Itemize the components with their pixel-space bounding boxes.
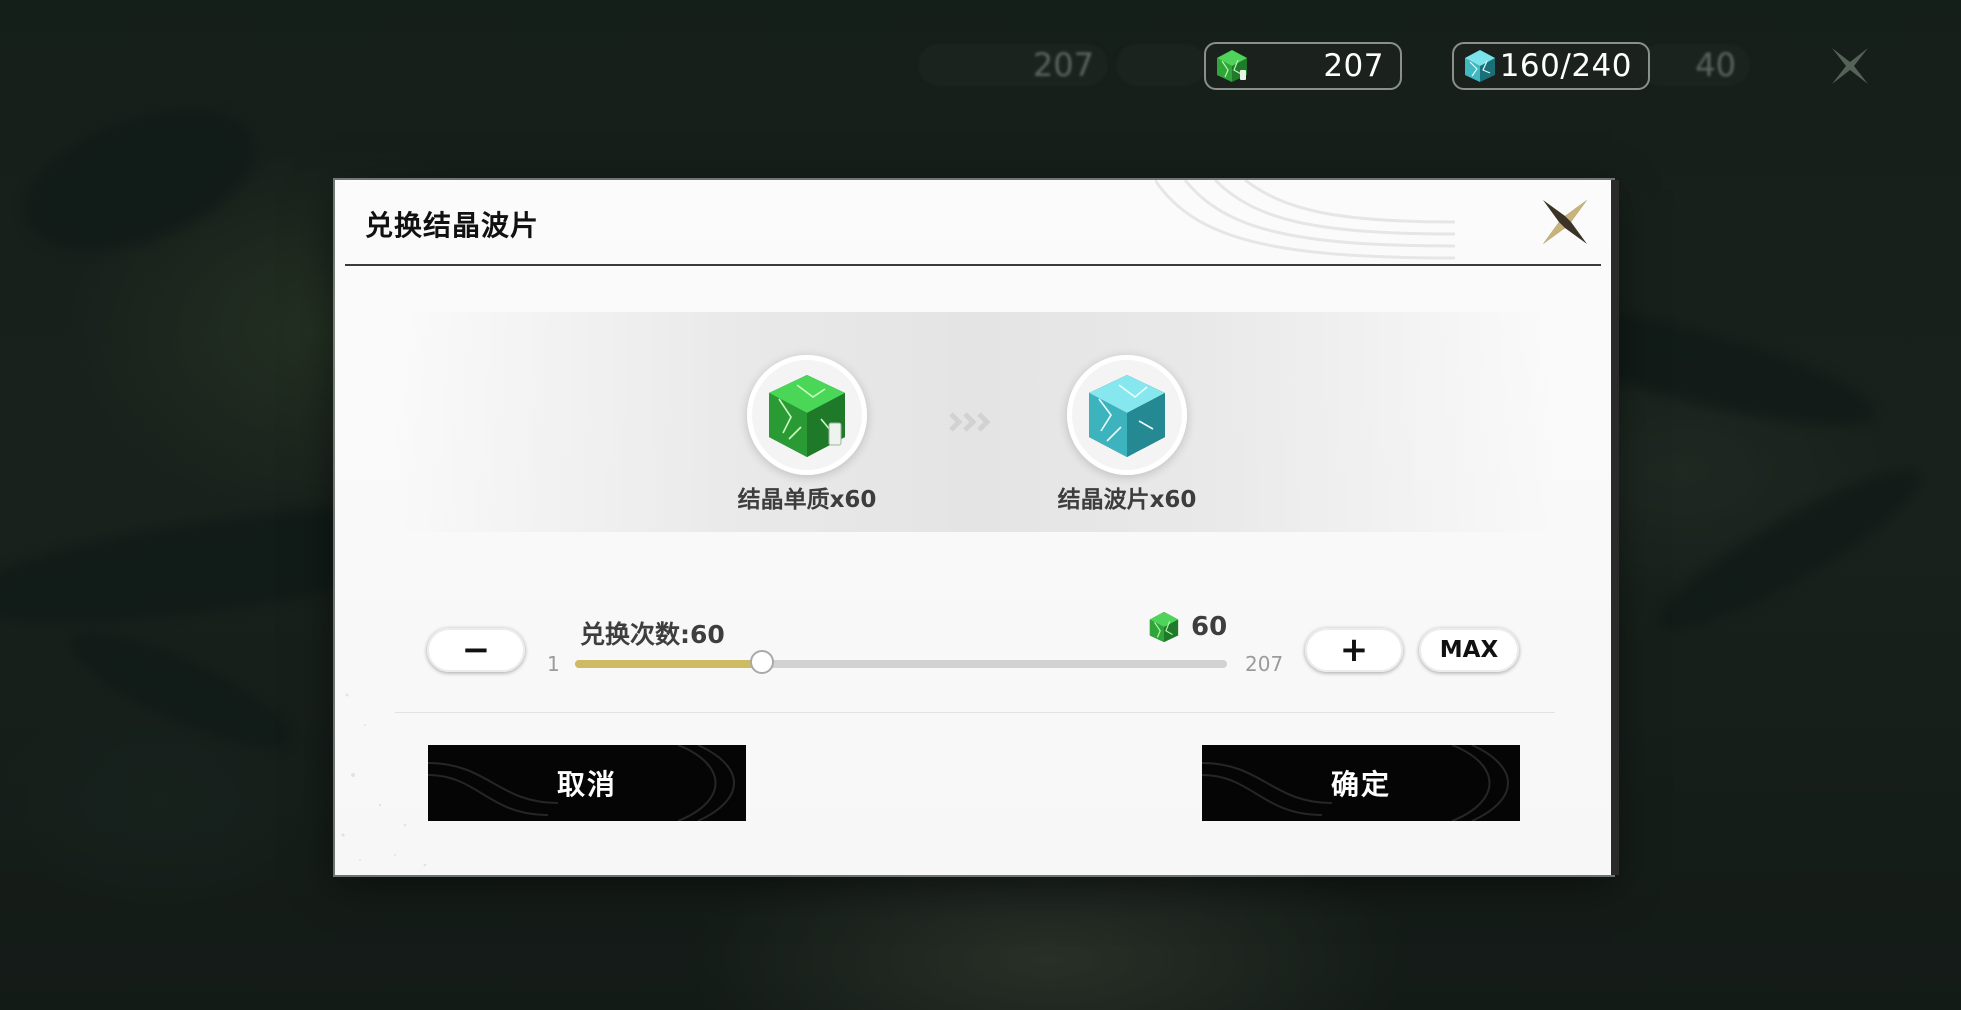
slider-handle[interactable] [749, 650, 774, 674]
to-item-label: 结晶波片x60 [1057, 487, 1197, 513]
header-decoration [1155, 180, 1456, 260]
exchange-count-label: 兑换次数:60 [580, 620, 725, 649]
cancel-label: 取消 [556, 768, 617, 801]
hud-ghost-resource-2 [1116, 44, 1206, 86]
close-icon[interactable] [1539, 196, 1591, 248]
max-button[interactable]: MAX [1419, 628, 1519, 672]
arrow-right-icon [949, 412, 991, 432]
slider-min-label: 1 [547, 652, 560, 676]
title-divider [345, 264, 1601, 266]
crystal-wave-counter[interactable]: 160/240 [1452, 42, 1650, 90]
green-crystal-icon [1149, 611, 1179, 643]
dialog-edge [1611, 180, 1619, 875]
green-crystal-icon [1214, 48, 1250, 84]
to-item-slot[interactable] [1067, 355, 1187, 475]
confirm-label: 确定 [1330, 768, 1391, 801]
cyan-crystal-cube-icon [1089, 375, 1165, 457]
cost-value: 60 [1191, 612, 1228, 642]
green-crystal-cube-icon [769, 375, 845, 457]
hud-ghost-resource-3: 40 [1640, 44, 1750, 86]
dialog-title: 兑换结晶波片 [365, 209, 540, 242]
slider-max-label: 207 [1245, 652, 1284, 676]
cost-indicator: 60 [1147, 610, 1227, 644]
hud-close-icon[interactable] [1828, 44, 1872, 88]
slider-fill [575, 660, 762, 668]
hud-ghost-resource: 207 [918, 44, 1108, 86]
crystal-monomer-counter[interactable]: 207 [1204, 42, 1402, 90]
from-item-slot[interactable] [747, 355, 867, 475]
cyan-crystal-icon [1462, 48, 1498, 84]
increase-button[interactable]: + [1305, 628, 1403, 672]
from-item-label: 结晶单质x60 [737, 487, 877, 513]
controls-divider [395, 712, 1555, 713]
cancel-button[interactable]: 取消 [428, 745, 746, 821]
confirm-button[interactable]: 确定 [1202, 745, 1520, 821]
crystal-monomer-count: 207 [1323, 48, 1384, 84]
exchange-dialog: 兑换结晶波片 结晶单质x60 结晶波片x60 − 兑换次数:60 60 1 20… [335, 180, 1619, 875]
quantity-slider[interactable] [575, 650, 1227, 674]
crystal-wave-count: 160/240 [1499, 48, 1632, 84]
